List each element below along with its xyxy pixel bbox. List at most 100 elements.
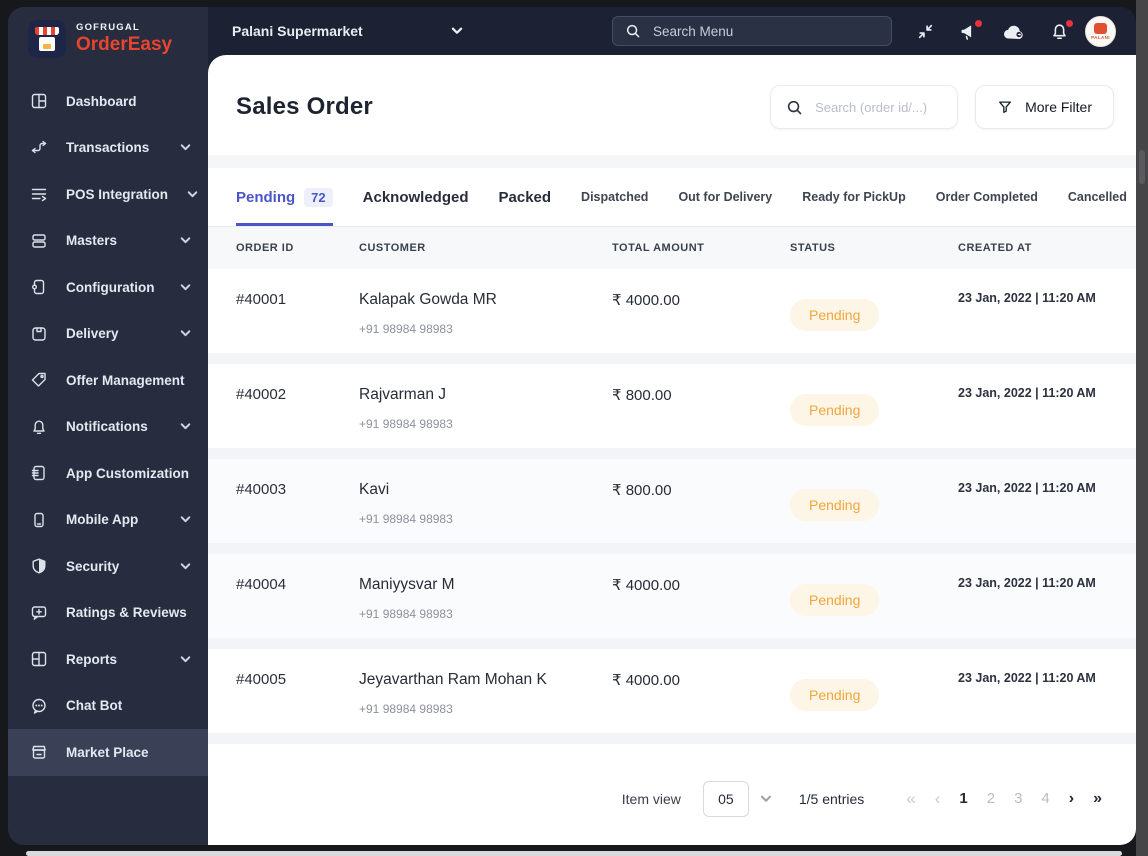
order-amount: ₹ 4000.00 [612, 292, 680, 309]
search-icon [786, 99, 803, 116]
ratings-reviews-icon [30, 604, 48, 622]
page-number-1[interactable]: 1 [959, 790, 967, 807]
first-page-button[interactable]: « [906, 789, 915, 809]
more-filter-button[interactable]: More Filter [975, 85, 1114, 129]
store-selector-label: Palani Supermarket [232, 23, 363, 39]
page-number-3[interactable]: 3 [1014, 790, 1022, 807]
status-tabs: Pending 72 Acknowledged Packed Dispatche… [208, 168, 1136, 227]
tab-label: Dispatched [581, 190, 649, 205]
tab-ready-for-pickup[interactable]: Ready for PickUp [802, 168, 906, 226]
next-page-button[interactable]: › [1069, 790, 1074, 808]
column-header: CREATED AT [958, 242, 1032, 254]
order-id: #40001 [236, 291, 287, 308]
sidebar-item-notifications[interactable]: Notifications [8, 404, 208, 451]
order-search-box[interactable] [770, 85, 959, 129]
tab-label: Out for Delivery [678, 190, 773, 205]
customer-name: Kalapak Gowda MR [359, 291, 497, 308]
prev-page-button[interactable]: ‹ [935, 789, 941, 809]
menu-search-input[interactable] [651, 22, 879, 40]
sidebar-item-delivery[interactable]: Delivery [8, 311, 208, 358]
sidebar-item-offer-management[interactable]: Offer Management [8, 357, 208, 404]
sidebar-menu: Dashboard Transactions POS Integration M… [8, 78, 208, 845]
announcement-icon[interactable] [959, 19, 982, 41]
status-badge: Pending [790, 679, 880, 711]
customer-phone: +91 98984 98983 [359, 417, 453, 431]
tab-out-for-delivery[interactable]: Out for Delivery [678, 168, 772, 226]
order-id: #40004 [236, 576, 287, 593]
last-page-button[interactable]: » [1093, 790, 1102, 808]
table-row[interactable]: #40004 Maniyysvar M +91 98984 98983 ₹ 40… [208, 554, 1136, 638]
order-amount: ₹ 800.00 [612, 482, 672, 499]
sidebar-item-reports[interactable]: Reports [8, 636, 208, 683]
notification-dot [1066, 19, 1073, 27]
table-body: #40001 Kalapak Gowda MR +91 98984 98983 … [208, 269, 1136, 744]
delivery-icon [30, 325, 48, 343]
chevron-down-icon [179, 513, 192, 526]
tab-cancelled[interactable]: Cancelled [1068, 168, 1127, 226]
sidebar-item-market-place[interactable]: Market Place [8, 729, 208, 776]
tab-dispatched[interactable]: Dispatched [581, 168, 648, 226]
notification-bell-icon[interactable] [1050, 19, 1073, 41]
table-row[interactable]: #40003 Kavi +91 98984 98983 ₹ 800.00 Pen… [208, 459, 1136, 543]
notification-dot [975, 19, 982, 27]
order-amount: ₹ 4000.00 [612, 672, 680, 689]
sidebar-item-pos-integration[interactable]: POS Integration [8, 171, 208, 218]
menu-search-box[interactable] [612, 16, 892, 46]
created-at: 23 Jan, 2022 | 11:20 AM [958, 481, 1096, 495]
reports-icon [30, 650, 48, 668]
tab-label: Pending [236, 188, 296, 206]
sidebar-item-mobile-app[interactable]: Mobile App [8, 497, 208, 544]
customer-name: Maniyysvar M [359, 576, 455, 593]
chevron-down-icon [179, 653, 192, 666]
tab-acknowledged[interactable]: Acknowledged [363, 168, 469, 226]
tab-packed[interactable]: Packed [499, 168, 552, 226]
sidebar-item-label: Dashboard [66, 93, 137, 109]
sidebar-item-masters[interactable]: Masters [8, 218, 208, 265]
chevron-down-icon [179, 560, 192, 573]
chevron-down-icon [179, 234, 192, 247]
page-number-2[interactable]: 2 [987, 790, 995, 807]
sidebar-item-transactions[interactable]: Transactions [8, 125, 208, 172]
sidebar-item-label: App Customization [66, 465, 189, 481]
customer-name: Rajvarman J [359, 386, 446, 403]
page-size-select[interactable]: 05 [702, 780, 749, 817]
tab-order-completed[interactable]: Order Completed [936, 168, 1038, 226]
sidebar-item-security[interactable]: Security [8, 543, 208, 590]
window-scrollbar[interactable] [1139, 150, 1145, 184]
sidebar-item-label: Chat Bot [66, 698, 123, 714]
sidebar-item-ratings-reviews[interactable]: Ratings & Reviews [8, 590, 208, 637]
sidebar-item-configuration[interactable]: Configuration [8, 264, 208, 311]
brand-logo[interactable]: GOFRUGAL OrderEasy [8, 7, 208, 66]
storefront-logo-icon [28, 20, 66, 58]
sidebar-item-label: Ratings & Reviews [66, 605, 187, 621]
store-selector[interactable]: Palani Supermarket [232, 23, 464, 39]
chevron-down-icon [179, 327, 192, 340]
column-header: ORDER ID [236, 242, 294, 254]
app-window: GOFRUGAL OrderEasy Dashboard Transaction… [8, 7, 1136, 845]
avatar-store-name: PALANI [1091, 34, 1110, 40]
order-id: #40005 [236, 671, 287, 688]
table-footer: Item view 05 1/5 entries « ‹ 1 2 3 4 › » [208, 744, 1136, 845]
collapse-icon[interactable] [916, 22, 935, 41]
cloud-sync-icon[interactable] [1002, 23, 1026, 40]
order-amount: ₹ 800.00 [612, 387, 672, 404]
table-row[interactable]: #40002 Rajvarman J +91 98984 98983 ₹ 800… [208, 364, 1136, 448]
topbar: Palani Supermarket PALANI [208, 7, 1136, 55]
tab-pending[interactable]: Pending 72 [236, 168, 333, 226]
page-number-4[interactable]: 4 [1041, 790, 1049, 807]
table-row[interactable]: #40001 Kalapak Gowda MR +91 98984 98983 … [208, 269, 1136, 353]
order-id: #40002 [236, 386, 287, 403]
sidebar-item-app-customization[interactable]: App Customization [8, 450, 208, 497]
order-search-input[interactable] [813, 98, 943, 116]
account-avatar[interactable]: PALANI [1085, 15, 1116, 47]
table-row[interactable]: #40005 Jeyavarthan Ram Mohan K +91 98984… [208, 649, 1136, 733]
sidebar-item-chat-bot[interactable]: Chat Bot [8, 683, 208, 730]
chevron-down-icon [186, 188, 199, 201]
chevron-down-icon[interactable] [759, 792, 773, 806]
sidebar-item-dashboard[interactable]: Dashboard [8, 78, 208, 125]
sidebar-item-label: Offer Management [66, 372, 185, 388]
status-badge: Pending [790, 299, 880, 331]
sidebar-item-label: Reports [66, 651, 118, 667]
tab-label: Ready for PickUp [802, 190, 906, 205]
pending-count-badge: 72 [304, 187, 333, 207]
